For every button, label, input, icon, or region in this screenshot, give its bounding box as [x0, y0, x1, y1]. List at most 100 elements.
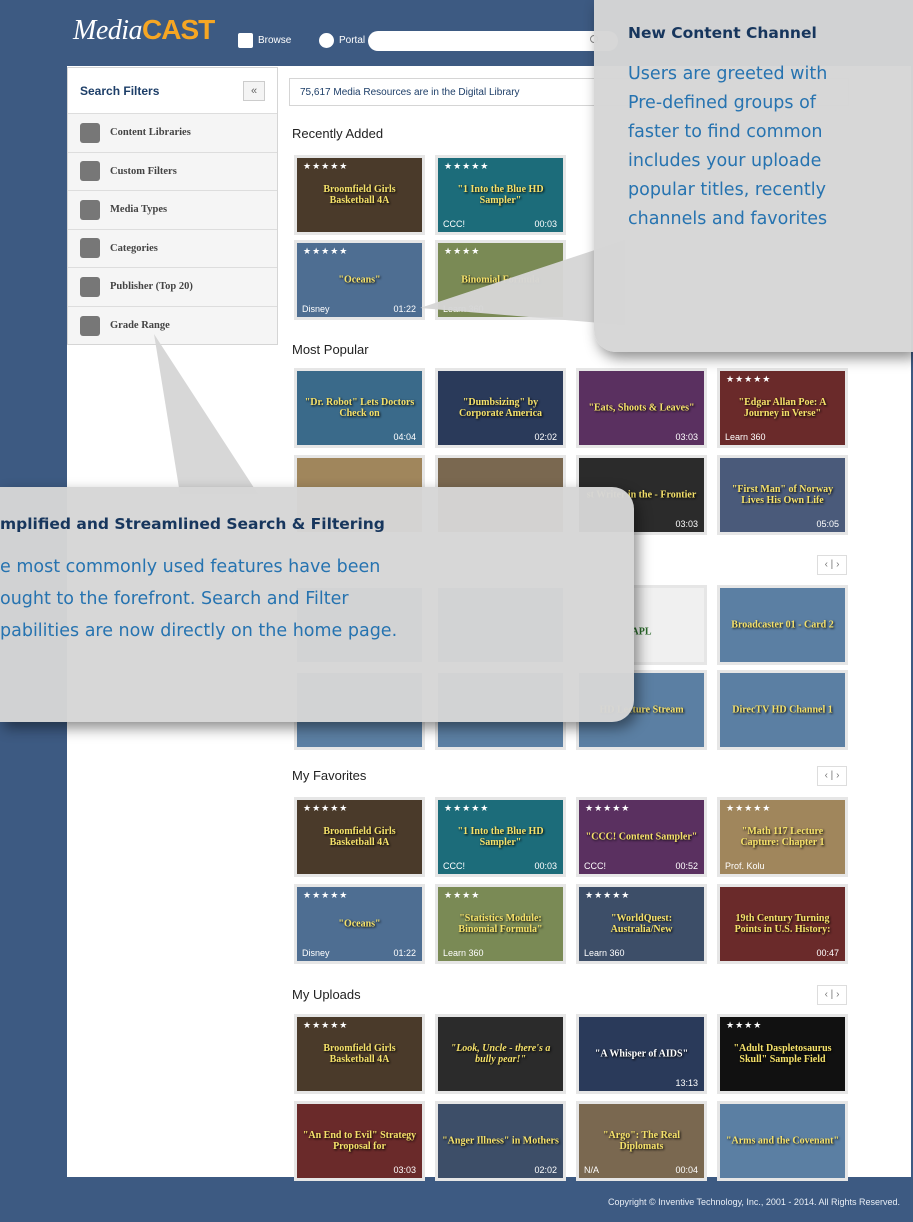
tile-duration: 00:03 [534, 861, 557, 871]
sidebar-title: Search Filters [80, 83, 160, 98]
sidebar-item-content-libraries[interactable]: Content Libraries [68, 114, 277, 153]
tile-duration: 04:04 [393, 432, 416, 442]
media-tile[interactable]: "An End to Evil" Strategy Proposal for 03… [294, 1101, 425, 1181]
callout-content-channels: New Content Channel Users are greeted wi… [594, 0, 913, 352]
search-input[interactable] [368, 31, 618, 51]
tile-title: "Anger Illness" in Mothers [442, 1135, 559, 1147]
media-tile[interactable]: "Eats, Shoots & Leaves" 03:03 [576, 368, 707, 448]
tile-title: DirecTV HD Channel 1 [732, 704, 833, 716]
sidebar-item-label: Media Types [110, 204, 168, 216]
sidebar-item-media-types[interactable]: Media Types [68, 191, 277, 230]
tile-title: "Edgar Allan Poe: A Journey in Verse" [738, 396, 827, 419]
tile-title: "Math 117 Lecture Capture: Chapter 1 [740, 825, 825, 848]
callout-search-filtering: mplified and Streamlined Search & Filter… [0, 487, 634, 722]
sidebar-item-label: Categories [110, 242, 158, 254]
channel-tile[interactable]: Broadcaster 01 - Card 2 [717, 585, 848, 665]
media-tile[interactable]: ★★★★★ Broomfield Girls Basketball 4A [294, 155, 425, 235]
rating-stars: ★★★★★ [303, 803, 349, 813]
tile-title: "Dr. Robot" Lets Doctors Check on [304, 396, 415, 419]
portal-label: Portal [339, 35, 366, 46]
funnel-icon [80, 161, 100, 182]
rating-stars: ★★★★★ [303, 1020, 349, 1030]
rating-stars: ★★★★★ [303, 161, 349, 171]
tile-duration: 03:03 [675, 519, 698, 529]
sidebar-item-categories[interactable]: Categories [68, 230, 277, 268]
tile-title: "Look, Uncle - there's a bully pear!" [450, 1042, 551, 1065]
tree-icon [80, 238, 100, 259]
uploads-pager[interactable]: ‹ | › [817, 985, 847, 1005]
browse-link[interactable]: Browse [238, 33, 291, 48]
play-icon [80, 199, 100, 220]
media-tile[interactable]: "Argo": The Real Diplomats N/A 00:04 [576, 1101, 707, 1181]
callout-title: mplified and Streamlined Search & Filter… [0, 515, 385, 533]
tile-title: Broomfield Girls Basketball 4A [323, 183, 396, 206]
media-tile[interactable]: ★★★★★ "WorldQuest: Australia/New Learn 360 [576, 884, 707, 964]
tile-title: "A Whisper of AIDS" [594, 1048, 689, 1060]
media-tile[interactable]: ★★★★★ "1 Into the Blue HD Sampler" CCC! 00:… [435, 155, 566, 235]
favorites-pager[interactable]: ‹ | › [817, 766, 847, 786]
media-tile[interactable]: ★★★★ "Statistics Module: Binomial Formula… [435, 884, 566, 964]
rating-stars: ★★★★★ [303, 890, 349, 900]
grade-icon [80, 315, 100, 336]
most-popular-title: Most Popular [292, 342, 369, 357]
sidebar-header: Search Filters « [68, 68, 277, 114]
media-tile[interactable]: "Arms and the Covenant" [717, 1101, 848, 1181]
media-tile[interactable]: 19th Century Turning Points in U.S. Hist… [717, 884, 848, 964]
portal-link[interactable]: Portal [319, 33, 365, 48]
search-filters-sidebar: Search Filters « Content Libraries Custo… [67, 67, 278, 345]
media-tile[interactable]: "Look, Uncle - there's a bully pear!" [435, 1014, 566, 1094]
tile-title: "CCC! Content Sampler" [585, 831, 698, 843]
browse-icon [238, 33, 253, 48]
sidebar-item-label: Custom Filters [110, 165, 177, 177]
sidebar-item-label: Publisher (Top 20) [110, 281, 193, 293]
media-tile[interactable]: "Anger Illness" in Mothers 02:02 [435, 1101, 566, 1181]
tile-title: "Adult Daspletosaurus Skull" Sample Fiel… [733, 1042, 832, 1065]
media-tile[interactable]: ★★★★ "Adult Daspletosaurus Skull" Sample … [717, 1014, 848, 1094]
tile-publisher: N/A [584, 1165, 600, 1175]
rating-stars: ★★★★★ [303, 246, 349, 256]
media-tile[interactable]: ★★★★★ "1 Into the Blue HD Sampler" CCC! 00:… [435, 797, 566, 877]
media-tile[interactable]: "Dr. Robot" Lets Doctors Check on 04:04 [294, 368, 425, 448]
media-tile[interactable]: ★★★★★ Broomfield Girls Basketball 4A [294, 1014, 425, 1094]
media-tile[interactable]: ★★★★★ "Math 117 Lecture Capture: Chapter … [717, 797, 848, 877]
sidebar-item-custom-filters[interactable]: Custom Filters [68, 153, 277, 191]
media-tile[interactable]: "A Whisper of AIDS" 13:13 [576, 1014, 707, 1094]
callout-search-pointer [154, 334, 258, 494]
media-tile[interactable]: ★★★★★ "Oceans" Disney 01:22 [294, 884, 425, 964]
tile-duration: 00:52 [675, 861, 698, 871]
tile-publisher: Prof. Kolu [725, 861, 765, 871]
channels-pager[interactable]: ‹ | › [817, 555, 847, 575]
rating-stars: ★★★★ [444, 890, 481, 900]
tile-publisher: CCC! [443, 861, 465, 871]
media-tile[interactable]: ★★★★★ Broomfield Girls Basketball 4A [294, 797, 425, 877]
browse-label: Browse [258, 35, 292, 46]
tile-title: Broomfield Girls Basketball 4A [323, 1042, 396, 1065]
tile-publisher: Learn 360 [725, 432, 766, 442]
sidebar-item-publisher[interactable]: Publisher (Top 20) [68, 268, 277, 307]
media-tile[interactable]: ★★★★★ "Edgar Allan Poe: A Journey in Vers… [717, 368, 848, 448]
media-tile[interactable]: "First Man" of Norway Lives His Own Life… [717, 455, 848, 535]
tile-title: "Dumbsizing" by Corporate America [458, 396, 543, 419]
tile-title: "An End to Evil" Strategy Proposal for [302, 1129, 417, 1152]
callout-body: e most commonly used features have been … [0, 557, 398, 641]
tile-duration: 03:03 [393, 1165, 416, 1175]
rating-stars: ★★★★★ [585, 803, 631, 813]
tile-duration: 00:04 [675, 1165, 698, 1175]
callout-title: New Content Channel [628, 24, 817, 42]
media-tile[interactable]: ★★★★★ "CCC! Content Sampler" CCC! 00:52 [576, 797, 707, 877]
tile-publisher: Disney [302, 304, 330, 314]
rating-stars: ★★★★ [726, 1020, 763, 1030]
tile-title: "WorldQuest: Australia/New [610, 912, 673, 935]
tile-title: Broomfield Girls Basketball 4A [323, 825, 396, 848]
copyright-footer: Copyright © Inventive Technology, Inc., … [608, 1197, 900, 1207]
mediacast-logo[interactable]: MediaCAST [73, 14, 215, 47]
globe-icon [319, 33, 334, 48]
tile-publisher: CCC! [584, 861, 606, 871]
tile-publisher: Learn 360 [584, 948, 625, 958]
media-tile[interactable]: "Dumbsizing" by Corporate America 02:02 [435, 368, 566, 448]
channel-tile[interactable]: DirecTV HD Channel 1 [717, 670, 848, 750]
tile-duration: 05:05 [816, 519, 839, 529]
publisher-icon [80, 276, 100, 297]
tile-duration: 03:03 [675, 432, 698, 442]
collapse-sidebar-button[interactable]: « [243, 80, 265, 101]
